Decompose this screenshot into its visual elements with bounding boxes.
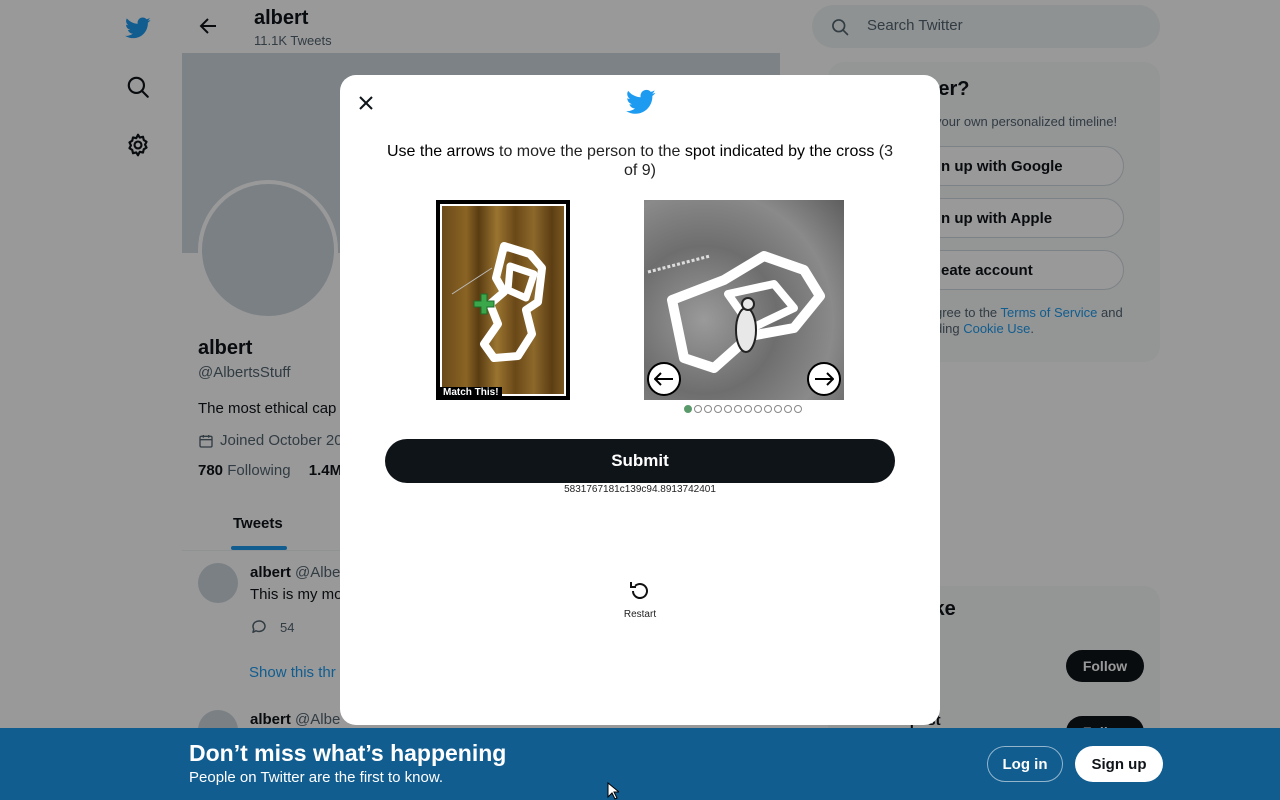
close-button[interactable] bbox=[354, 91, 378, 115]
restart-button[interactable]: Restart bbox=[616, 579, 664, 620]
position-dot bbox=[764, 405, 772, 413]
position-dot bbox=[754, 405, 762, 413]
position-dot bbox=[774, 405, 782, 413]
cross-marker-icon bbox=[473, 293, 495, 315]
restart-icon bbox=[630, 582, 648, 599]
puzzle-image[interactable] bbox=[644, 200, 844, 400]
position-dot bbox=[724, 405, 732, 413]
banner-subtitle: People on Twitter are the first to know. bbox=[189, 769, 444, 786]
captcha-instruction: Use the arrows to move the person to the… bbox=[380, 142, 900, 180]
session-id: 5831767181c139c94.8913742401 bbox=[564, 484, 716, 495]
instruction-emphasis: spot indicated by the cross bbox=[684, 143, 875, 160]
target-image: Match This! bbox=[436, 200, 570, 400]
close-icon bbox=[359, 96, 373, 110]
position-dot bbox=[784, 405, 792, 413]
match-label: Match This! bbox=[440, 387, 502, 398]
banner-title: Don’t miss what’s happening bbox=[189, 740, 507, 766]
target-image-canvas bbox=[440, 204, 566, 396]
captcha-modal: Use the arrows to move the person to the… bbox=[340, 75, 940, 725]
signup-banner: Don’t miss what’s happening People on Tw… bbox=[0, 728, 1280, 800]
move-left-button[interactable] bbox=[647, 362, 681, 396]
mouse-cursor-icon bbox=[607, 782, 619, 800]
arrow-right-icon bbox=[815, 372, 834, 386]
login-button[interactable]: Log in bbox=[987, 746, 1063, 782]
arrow-left-icon bbox=[654, 372, 673, 386]
instruction-emphasis: Use the arrows bbox=[386, 143, 495, 160]
position-dot bbox=[684, 405, 692, 413]
signup-button[interactable]: Sign up bbox=[1075, 746, 1163, 782]
restart-label: Restart bbox=[623, 609, 657, 620]
position-dot bbox=[704, 405, 712, 413]
position-indicator bbox=[684, 405, 802, 413]
position-dot bbox=[794, 405, 802, 413]
position-dot bbox=[714, 405, 722, 413]
move-right-button[interactable] bbox=[807, 362, 841, 396]
path-outline-graphic bbox=[451, 242, 546, 362]
twitter-logo-icon bbox=[626, 89, 656, 114]
instruction-text: to move the person to the bbox=[494, 143, 685, 160]
submit-button[interactable]: Submit bbox=[385, 439, 895, 483]
position-dot bbox=[694, 405, 702, 413]
position-dot bbox=[734, 405, 742, 413]
position-dot bbox=[744, 405, 752, 413]
